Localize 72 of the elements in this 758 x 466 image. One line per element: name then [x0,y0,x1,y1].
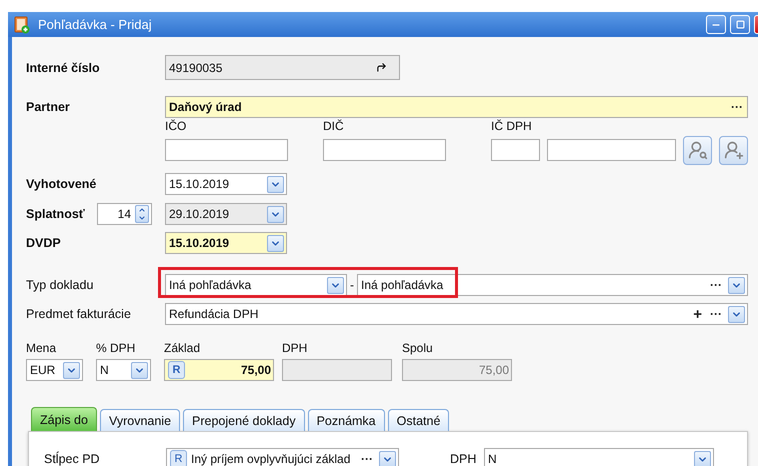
tab[interactable]: Ostatné [388,409,450,431]
vat-prefix-field[interactable] [491,139,540,161]
field-label: Predmet fakturácie [26,307,132,321]
column-select[interactable]: R Iný príjem ovplyvňujúci základ ··· [166,448,399,466]
window-title: Pohľadávka - Pridaj [38,17,153,32]
dropdown-button[interactable] [379,450,396,466]
dropdown-button[interactable] [694,450,711,466]
dic-field[interactable] [323,139,446,161]
dropdown-button[interactable] [63,362,80,378]
person-search-icon [688,140,708,160]
document-add-icon [14,16,30,34]
spinner-button[interactable] [135,205,149,223]
select-field[interactable]: EUR [26,359,83,381]
field-label: IČO [165,119,188,133]
rounding-badge: R [170,450,187,466]
date-field[interactable]: 29.10.2019 [165,203,287,225]
vat-select[interactable]: N [484,448,714,466]
tab[interactable]: Zápis do [31,407,97,431]
partner-field[interactable]: Daňový úrad ··· [165,96,748,118]
field-label: DIČ [323,119,345,133]
add-button[interactable]: + [691,306,704,322]
field-label: DVDP [26,236,62,250]
field-label: Interné číslo [26,60,101,74]
document-type-name-field[interactable]: Iná pohľadávka ··· [357,274,748,296]
dropdown-button[interactable] [327,276,344,294]
field-label: Stĺpec PD [44,452,101,466]
days-field[interactable]: 14 [97,203,152,225]
redirect-icon[interactable] [376,62,387,73]
dropdown-button[interactable] [267,176,284,192]
more-button[interactable]: ··· [708,278,724,292]
field-label: Základ [164,341,202,355]
maximize-button[interactable] [730,15,750,34]
vat-number-field[interactable] [547,139,676,161]
select-field[interactable]: N [96,359,151,381]
subject-field[interactable]: Refundácia DPH + ··· [165,303,748,325]
person-add-icon [724,140,744,160]
minimize-button[interactable] [706,15,726,34]
field-label: Partner [26,100,71,114]
tab[interactable]: Poznámka [308,409,385,431]
field-label: % DPH [96,341,136,355]
separator-text: - [349,278,355,292]
document-type-select[interactable]: Iná pohľadávka [165,274,347,296]
date-field[interactable]: 15.10.2019 [165,173,287,195]
maximize-icon [736,20,744,29]
field-label: DPH [282,341,308,355]
field-label: Mena [26,341,58,355]
field-label: Typ dokladu [26,278,94,292]
amount-field[interactable]: R 75,00 [164,359,274,381]
chevron-up-icon [138,206,146,214]
field-label: IČ DPH [491,119,533,133]
person-add-button[interactable] [719,136,748,164]
tab[interactable]: Vyrovnanie [100,409,180,431]
field-label: Splatnosť [26,207,86,221]
field-label: Spolu [402,341,434,355]
dropdown-button[interactable] [267,234,284,252]
field-label: DPH [450,452,478,466]
readonly-field: 75,00 [402,359,512,381]
date-field[interactable]: 15.10.2019 [165,232,287,254]
internal-number-field[interactable]: 49190035 [165,55,400,80]
ico-field[interactable] [165,139,288,161]
more-button[interactable]: ··· [729,100,745,114]
chevron-down-icon [138,214,146,222]
dropdown-button[interactable] [728,306,745,322]
tab[interactable]: Prepojené doklady [183,409,305,431]
person-search-button[interactable] [683,136,712,164]
dropdown-button[interactable] [728,276,745,294]
more-button[interactable]: ··· [359,452,375,466]
dropdown-button[interactable] [131,362,148,378]
more-button[interactable]: ··· [708,307,724,321]
rounding-badge: R [168,361,185,379]
dropdown-button[interactable] [267,206,284,222]
field-label: Vyhotovené [26,177,98,191]
